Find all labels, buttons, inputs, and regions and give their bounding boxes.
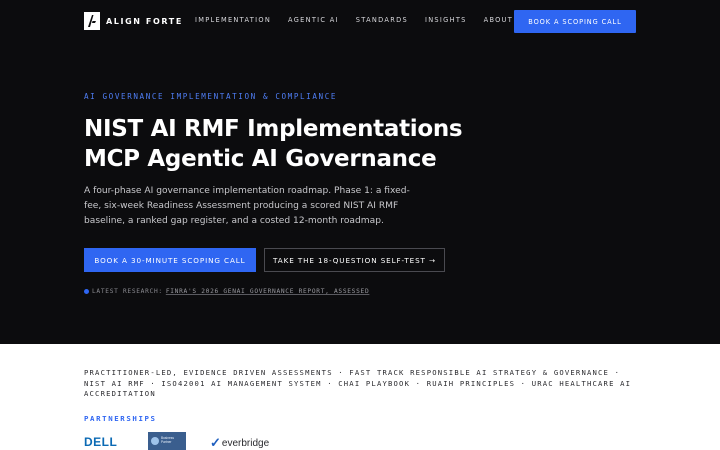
hero-title-line-1: NIST AI RMF Implementations xyxy=(84,116,463,142)
hero-title: NIST AI RMF Implementations MCP Agentic … xyxy=(84,114,504,174)
nav-link-implementation[interactable]: IMPLEMENTATION xyxy=(195,16,271,24)
hero-eyebrow: AI GOVERNANCE IMPLEMENTATION & COMPLIANC… xyxy=(84,92,338,101)
logo-mark-icon xyxy=(84,12,100,30)
nav-link-agentic-ai[interactable]: AGENTIC AI xyxy=(288,16,339,24)
hp-partner-line-2: Partner xyxy=(161,440,172,444)
latest-research: LATEST RESEARCH: FINRA'S 2026 GENAI GOVE… xyxy=(84,288,369,295)
hp-icon xyxy=(151,437,159,445)
hp-partner-text: Business Partner xyxy=(161,437,174,444)
nav-link-standards[interactable]: STANDARDS xyxy=(356,16,408,24)
credentials-tagline: PRACTITIONER-LED, EVIDENCE DRIVEN ASSESS… xyxy=(84,368,632,398)
partner-logos: DELL Business Partner ✓ everbridge xyxy=(84,432,269,450)
everbridge-logo: ✓ everbridge xyxy=(210,435,269,450)
top-navigation: ALIGN FORTE IMPLEMENTATION AGENTIC AI ST… xyxy=(0,0,720,44)
everbridge-check-icon: ✓ xyxy=(210,435,221,450)
nav-links: IMPLEMENTATION AGENTIC AI STANDARDS INSI… xyxy=(195,16,530,24)
hero-description: A four-phase AI governance implementatio… xyxy=(84,186,410,226)
everbridge-wordmark: everbridge xyxy=(221,437,270,449)
dell-logo: DELL xyxy=(84,435,118,449)
brand-name: ALIGN FORTE xyxy=(106,16,183,26)
hero-title-line-2: MCP Agentic AI Governance xyxy=(84,146,437,172)
hp-business-partner-logo: Business Partner xyxy=(148,432,186,450)
self-test-button[interactable]: TAKE THE 18-QUESTION SELF-TEST → xyxy=(264,248,445,272)
research-prefix: LATEST RESEARCH: xyxy=(92,288,163,295)
nav-link-about[interactable]: ABOUT xyxy=(484,16,513,24)
research-link[interactable]: FINRA'S 2026 GENAI GOVERNANCE REPORT, AS… xyxy=(166,288,370,295)
status-dot-icon xyxy=(84,289,89,294)
brand-logo[interactable]: ALIGN FORTE xyxy=(84,12,183,30)
book-30-minute-call-button[interactable]: BOOK A 30-MINUTE SCOPING CALL xyxy=(84,248,256,272)
book-scoping-call-button[interactable]: BOOK A SCOPING CALL xyxy=(514,10,636,33)
partnerships-heading: PARTNERSHIPS xyxy=(84,414,157,423)
nav-link-insights[interactable]: INSIGHTS xyxy=(425,16,467,24)
